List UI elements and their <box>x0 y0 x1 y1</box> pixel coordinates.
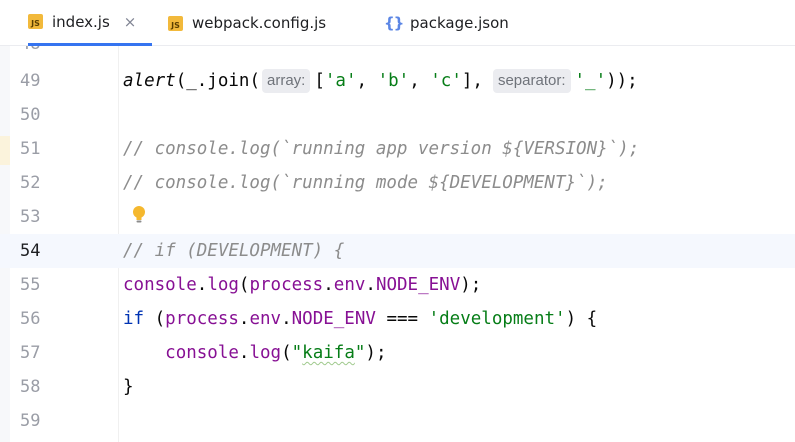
code-token: ], <box>461 71 483 91</box>
js-file-icon: JS <box>168 15 183 31</box>
code-line[interactable]: 50 <box>0 98 795 132</box>
code-text: console.log(process.env.NODE_ENV); <box>123 268 481 302</box>
code-token: . <box>323 275 334 295</box>
line-number: 58 <box>20 377 41 397</box>
code-token: ( <box>249 71 260 91</box>
identifier: process <box>165 309 239 329</box>
identifier: NODE_ENV <box>291 309 376 329</box>
identifier: process <box>249 275 324 295</box>
intention-bulb-icon[interactable] <box>132 205 146 225</box>
code-token: , <box>409 71 431 91</box>
line-number: 52 <box>20 173 41 193</box>
line-number: 54 <box>20 241 41 261</box>
code-line-current[interactable]: 54 // if (DEVELOPMENT) { <box>0 234 795 268</box>
keyword: if <box>123 309 145 329</box>
line-number: 55 <box>20 275 41 295</box>
comment: // console.log(`running mode ${DEVELOPME… <box>123 173 608 193</box>
code-token: ); <box>460 275 482 295</box>
code-token: ( <box>238 275 250 295</box>
code-editor[interactable]: 48 49 alert(_.join(array:['a', 'b', 'c']… <box>0 46 795 442</box>
function-name: alert <box>123 71 176 91</box>
line-number: 57 <box>20 343 41 363</box>
code-token: ( <box>281 343 292 363</box>
string-literal: " <box>291 343 303 363</box>
string-literal: 'b' <box>377 71 410 91</box>
typo-string[interactable]: kaifa <box>302 343 355 363</box>
code-line[interactable]: 52 // console.log(`running mode ${DEVELO… <box>0 166 795 200</box>
tab-label: index.js <box>52 12 110 31</box>
tab-label: package.json <box>410 14 509 32</box>
code-line[interactable]: 53 <box>0 200 795 234</box>
editor-tab-bar: JS index.js × JS webpack.config.js {} pa… <box>0 0 795 46</box>
close-icon[interactable]: × <box>124 13 137 31</box>
string-literal: 'a' <box>324 71 357 91</box>
code-line[interactable]: 56 if (process.env.NODE_ENV === 'develop… <box>0 302 795 336</box>
code-token: . <box>281 309 292 329</box>
tab-webpack-config-js[interactable]: JS webpack.config.js <box>168 0 326 46</box>
tab-label: webpack.config.js <box>192 14 327 32</box>
code-line[interactable]: 49 alert(_.join(array: ['a', 'b', 'c'], se… <box>0 64 795 98</box>
tab-index-js[interactable]: JS index.js × <box>28 0 152 46</box>
code-text: console.log("kaifa"); <box>123 336 386 370</box>
code-token: ( <box>144 309 166 329</box>
json-file-icon: {} <box>384 14 404 32</box>
code-token: , <box>356 71 378 91</box>
code-token: . <box>238 343 250 363</box>
identifier: env <box>333 275 366 295</box>
identifier: log <box>207 275 239 295</box>
code-line[interactable]: 59 <box>0 404 795 438</box>
code-token: . <box>365 275 376 295</box>
code-token: ) { <box>565 309 598 329</box>
string-literal: " <box>354 343 366 363</box>
line-number: 53 <box>20 207 41 227</box>
code-token: ); <box>365 343 387 363</box>
code-token: === <box>375 309 429 329</box>
code-token: )); <box>606 71 638 91</box>
code-token: (_. <box>175 71 208 91</box>
parameter-hint: separator: <box>492 69 571 93</box>
string-literal: 'c' <box>430 71 462 91</box>
identifier: console <box>123 275 197 295</box>
line-number: 48 <box>20 46 80 53</box>
line-number: 49 <box>20 71 41 91</box>
code-token: . <box>196 275 208 295</box>
code-token: join <box>207 71 250 91</box>
line-number: 51 <box>20 139 41 159</box>
comment: // console.log(`running app version ${VE… <box>123 139 640 159</box>
code-text: alert(_.join(array: ['a', 'b', 'c'], separ… <box>123 64 638 98</box>
code-line[interactable]: 51 // console.log(`running app version $… <box>0 132 795 166</box>
identifier: NODE_ENV <box>375 275 461 295</box>
line-number: 50 <box>20 105 41 125</box>
code-line[interactable]: 58 } <box>0 370 795 404</box>
code-line[interactable]: 57 console.log("kaifa"); <box>0 336 795 370</box>
line-number: 59 <box>20 411 41 431</box>
code-text: } <box>123 377 134 397</box>
code-token: . <box>238 309 250 329</box>
identifier: console <box>165 343 239 363</box>
code-token: [ <box>314 71 325 91</box>
code-text: if (process.env.NODE_ENV === 'developmen… <box>123 302 597 336</box>
string-literal: 'development' <box>428 309 566 329</box>
comment: // if (DEVELOPMENT) { <box>123 241 345 261</box>
partial-line: 48 <box>0 46 795 58</box>
identifier: log <box>249 343 282 363</box>
line-number: 56 <box>20 309 41 329</box>
code-line[interactable]: 55 console.log(process.env.NODE_ENV); <box>0 268 795 302</box>
parameter-hint: array: <box>262 69 311 93</box>
string-literal: '_' <box>574 71 607 91</box>
identifier: env <box>249 309 282 329</box>
tab-package-json[interactable]: {} package.json <box>384 0 509 46</box>
js-file-icon: JS <box>28 14 43 29</box>
